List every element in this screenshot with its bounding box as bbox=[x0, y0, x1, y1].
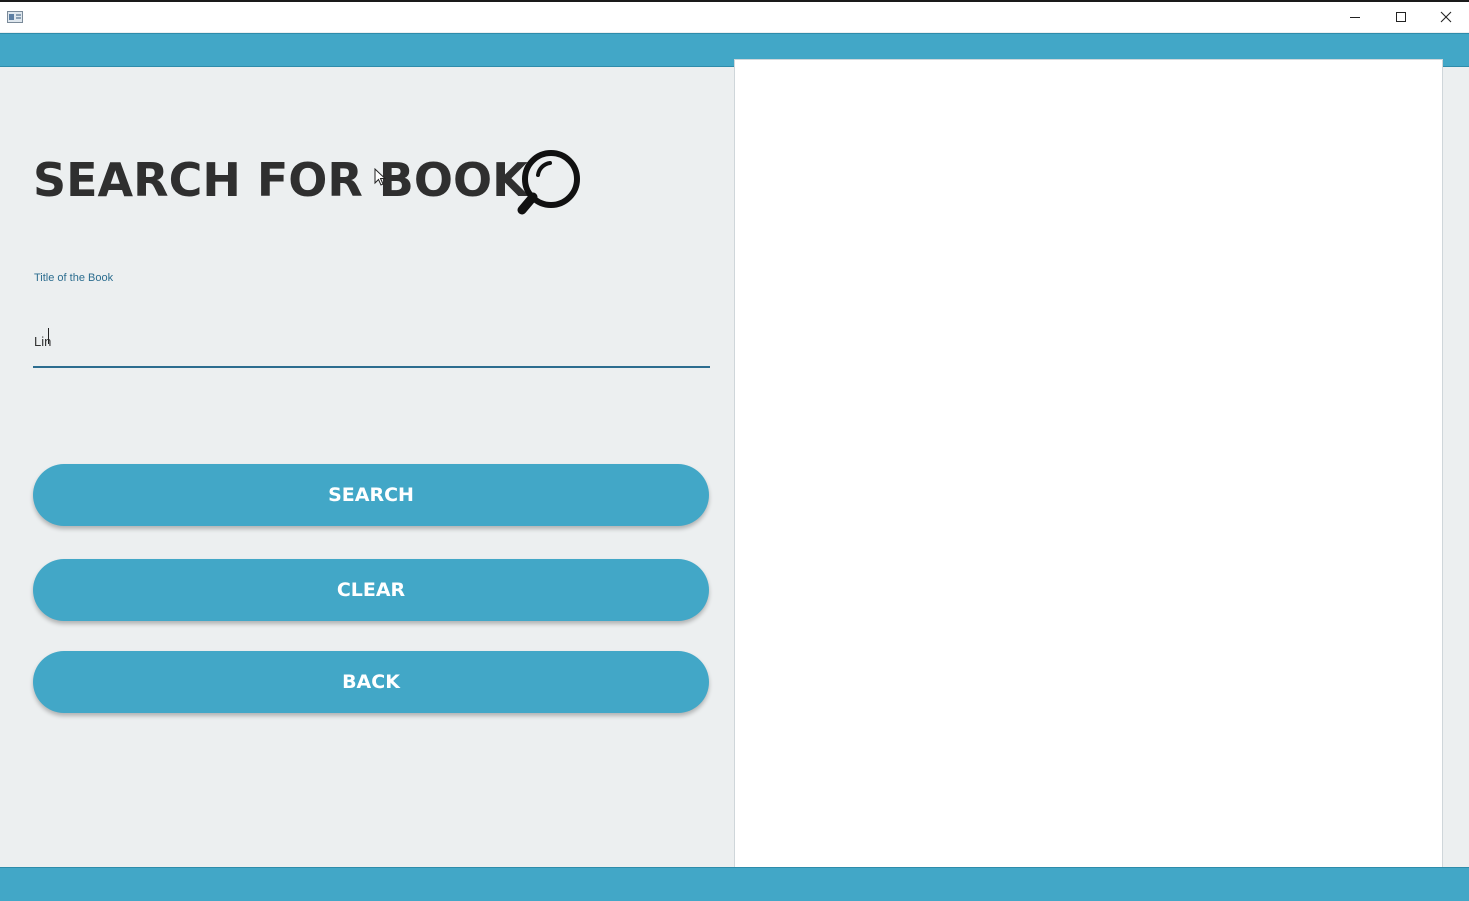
clear-button[interactable]: CLEAR bbox=[33, 559, 709, 621]
minimize-icon bbox=[1350, 17, 1360, 18]
title-input[interactable] bbox=[33, 316, 710, 368]
maximize-icon bbox=[1396, 12, 1406, 22]
title-field-label: Title of the Book bbox=[34, 272, 114, 284]
close-icon bbox=[1440, 11, 1452, 23]
results-panel[interactable] bbox=[734, 59, 1443, 870]
close-button[interactable] bbox=[1423, 2, 1469, 32]
app-icon bbox=[7, 11, 23, 23]
window-titlebar bbox=[0, 0, 1469, 32]
mouse-cursor-icon bbox=[374, 168, 386, 186]
search-button[interactable]: SEARCH bbox=[33, 464, 709, 526]
footer-band bbox=[0, 867, 1469, 901]
page-title: SEARCH FOR BOOK bbox=[33, 153, 528, 207]
minimize-button[interactable] bbox=[1332, 2, 1378, 32]
maximize-button[interactable] bbox=[1378, 2, 1424, 32]
text-caret bbox=[48, 328, 49, 344]
right-margin bbox=[1443, 67, 1469, 867]
search-icon bbox=[517, 150, 580, 215]
back-button[interactable]: BACK bbox=[33, 651, 709, 713]
